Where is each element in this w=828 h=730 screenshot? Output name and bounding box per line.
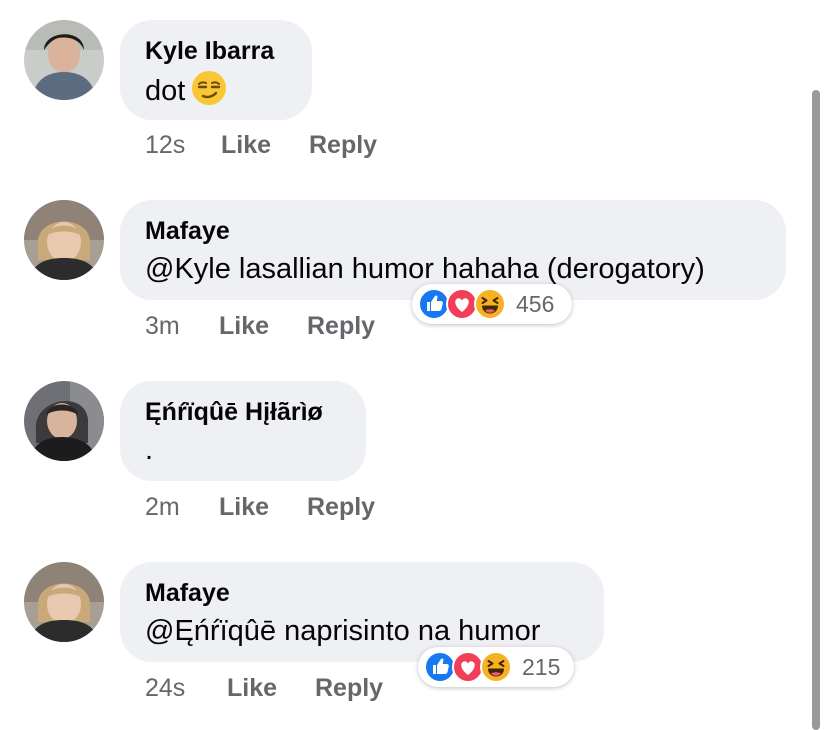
comment-bubble: Kyle Ibarra dot (120, 20, 312, 120)
comment-timestamp[interactable]: 2m (145, 490, 180, 524)
haha-icon (474, 288, 506, 320)
scrollbar[interactable] (812, 90, 820, 730)
smirking-face-icon (191, 70, 227, 116)
reply-button[interactable]: Reply (307, 490, 375, 524)
comment-author[interactable]: Mafaye (145, 578, 579, 608)
comment-actions: 3m Like Reply (145, 309, 445, 343)
like-button[interactable]: Like (219, 309, 269, 343)
avatar[interactable] (24, 20, 104, 100)
comment-text: @Kyle lasallian humor hahaha (derogatory… (145, 253, 705, 285)
avatar[interactable] (24, 381, 104, 461)
like-button[interactable]: Like (221, 128, 271, 162)
comment-text: . (145, 434, 154, 466)
haha-icon (480, 651, 512, 683)
reaction-count: 456 (516, 291, 555, 317)
comment-text-row: dot (145, 70, 287, 116)
avatar[interactable] (24, 200, 104, 280)
comment-timestamp[interactable]: 12s (145, 128, 185, 162)
comment-actions: 12s Like Reply (145, 128, 445, 162)
reply-button[interactable]: Reply (309, 128, 377, 162)
comment-timestamp[interactable]: 24s (145, 671, 185, 705)
comment-actions: 2m Like Reply (145, 490, 445, 524)
reply-button[interactable]: Reply (307, 309, 375, 343)
like-button[interactable]: Like (227, 671, 277, 705)
comment-author[interactable]: Ęńŕïqûē Hįłãrìø (145, 397, 341, 427)
avatar[interactable] (24, 562, 104, 642)
comment-text: @Ęńŕïqûē naprisinto na humor (145, 615, 541, 647)
comment-actions: 24s Like Reply (145, 671, 445, 705)
reply-button[interactable]: Reply (315, 671, 383, 705)
comment-author[interactable]: Kyle Ibarra (145, 36, 287, 66)
comment-timestamp[interactable]: 3m (145, 309, 180, 343)
comment-text: dot (145, 75, 186, 107)
like-button[interactable]: Like (219, 490, 269, 524)
reaction-count: 215 (522, 654, 561, 680)
comment-bubble: Ęńŕïqûē Hįłãrìø . (120, 381, 366, 481)
comment-author[interactable]: Mafaye (145, 216, 761, 246)
